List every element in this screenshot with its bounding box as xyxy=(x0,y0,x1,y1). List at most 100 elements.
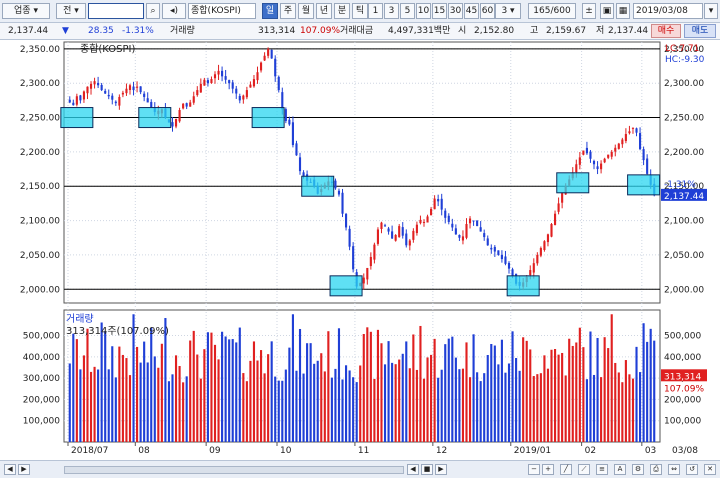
print-icon[interactable]: ⎙ xyxy=(650,464,662,475)
candle-body xyxy=(224,76,227,80)
volume-bar xyxy=(387,341,390,442)
lc-label: LC:7.71 xyxy=(665,44,699,54)
candle-body xyxy=(171,122,174,127)
low-label: 저 xyxy=(596,26,605,36)
candle-body xyxy=(238,95,241,101)
period-select[interactable]: 전 ▾ xyxy=(56,3,86,19)
interval-button-5[interactable]: 5 xyxy=(400,3,415,19)
price-change: 28.35 xyxy=(88,26,114,36)
draw-tool-icon[interactable]: ╱ xyxy=(560,464,572,475)
code-input[interactable]: 0001 xyxy=(88,3,144,19)
candle-body xyxy=(383,225,387,227)
price-tick-left: 2,100.00 xyxy=(20,217,60,227)
volume-bar xyxy=(153,356,156,442)
candle-body xyxy=(511,269,514,277)
text-tool-icon[interactable]: A xyxy=(614,464,626,475)
interval-select[interactable]: 3 ▾ xyxy=(495,3,521,19)
volume-bar xyxy=(182,382,185,442)
high-value: 2,159.67 xyxy=(546,26,587,36)
volume-bar xyxy=(422,378,426,442)
volume-bar xyxy=(104,331,107,442)
volume-bar xyxy=(536,374,539,442)
candle-body xyxy=(557,203,560,212)
volume-bar xyxy=(522,337,525,442)
volume-bar xyxy=(320,353,323,442)
scroll-end-left-icon[interactable]: ◀ xyxy=(407,464,419,475)
volume-bar xyxy=(352,377,355,442)
date-field[interactable]: 2019/03/08 xyxy=(633,3,703,19)
speaker-icon[interactable]: ◂) xyxy=(162,3,186,19)
buy-button[interactable]: 매수 xyxy=(651,24,681,38)
interval-button-45[interactable]: 45 xyxy=(464,3,479,19)
close-icon[interactable]: ✕ xyxy=(704,464,716,475)
plus-minus-icon[interactable]: ± xyxy=(582,3,596,19)
mode-button-4[interactable]: 분 xyxy=(334,3,350,19)
current-volume-pct: 107.09% xyxy=(664,384,704,394)
mode-button-1[interactable]: 주 xyxy=(280,3,296,19)
mode-button-3[interactable]: 년 xyxy=(316,3,332,19)
reset-icon[interactable]: ↺ xyxy=(686,464,698,475)
interval-button-60[interactable]: 60 xyxy=(480,3,495,19)
interval-button-30[interactable]: 30 xyxy=(448,3,463,19)
volume-bar xyxy=(493,345,496,442)
calendar-icon[interactable]: ▦ xyxy=(616,3,630,19)
trend-tool-icon[interactable]: ⟋ xyxy=(578,464,590,475)
x-tick-label: 12 xyxy=(436,446,447,456)
volume-bar xyxy=(160,343,163,442)
interval-button-15[interactable]: 15 xyxy=(432,3,447,19)
price-tick-left: 2,300.00 xyxy=(20,79,60,89)
mode-button-5[interactable]: 틱 xyxy=(352,3,368,19)
volume-bar xyxy=(500,339,503,442)
zoom-in-icon[interactable]: + xyxy=(542,464,554,475)
save-icon[interactable]: ▣ xyxy=(600,3,614,19)
fib-tool-icon[interactable]: ≡ xyxy=(596,464,608,475)
candle-body xyxy=(93,81,96,85)
candle-body xyxy=(270,49,273,59)
volume-bar xyxy=(89,371,93,442)
candle-body xyxy=(600,163,603,170)
volume-bar xyxy=(638,372,642,442)
sell-button[interactable]: 매도 xyxy=(684,24,716,38)
interval-button-10[interactable]: 10 xyxy=(416,3,431,19)
candle-body xyxy=(631,127,635,129)
down-arrow-icon: ▼ xyxy=(62,26,69,36)
search-icon[interactable]: ⌕ xyxy=(146,3,160,19)
price-volume-chart[interactable]: 2,350.00 2,350.002,300.00 2,300.002,250.00… xyxy=(0,40,720,460)
scroll-left-icon[interactable]: ◀ xyxy=(4,464,16,475)
calendar-picker-icon[interactable]: ▾ xyxy=(704,3,718,19)
mode-button-0[interactable]: 일 xyxy=(262,3,278,19)
horizontal-scrollbar[interactable] xyxy=(64,466,404,474)
candle-body xyxy=(242,95,245,100)
current-volume-label: 313,314 xyxy=(664,372,701,382)
settings-icon[interactable]: ⚙ xyxy=(632,464,644,475)
candle-body xyxy=(79,95,82,101)
market-select[interactable]: 업종 ▾ xyxy=(2,3,50,19)
candle-body xyxy=(139,86,142,93)
candle-body xyxy=(461,236,465,241)
volume-bar xyxy=(539,373,542,442)
scroll-end-right-icon[interactable]: ▶ xyxy=(435,464,447,475)
interval-button-3[interactable]: 3 xyxy=(384,3,399,19)
candle-body xyxy=(553,213,557,225)
zoom-out-icon[interactable]: − xyxy=(528,464,540,475)
candle-body xyxy=(86,86,89,94)
mode-button-2[interactable]: 월 xyxy=(298,3,314,19)
low-value: 2,137.44 xyxy=(608,26,649,36)
candle-body xyxy=(408,240,411,246)
candle-body xyxy=(398,226,401,238)
volume-bar xyxy=(486,354,489,442)
candle-body xyxy=(277,76,280,91)
candle-body xyxy=(476,220,479,227)
volume-bar xyxy=(461,368,465,442)
expand-icon[interactable]: ⇔ xyxy=(668,464,680,475)
volume-bar xyxy=(621,382,624,442)
volume-bar xyxy=(646,341,649,442)
stop-icon[interactable]: ■ xyxy=(421,464,433,475)
candle-body xyxy=(114,101,117,104)
interval-button-1[interactable]: 1 xyxy=(368,3,383,19)
volume-bar xyxy=(483,373,486,442)
volume-tick-right: 100,000 xyxy=(664,417,701,427)
open-label: 시 xyxy=(458,26,467,36)
scroll-right-icon[interactable]: ▶ xyxy=(18,464,30,475)
volume-bar xyxy=(553,349,557,442)
